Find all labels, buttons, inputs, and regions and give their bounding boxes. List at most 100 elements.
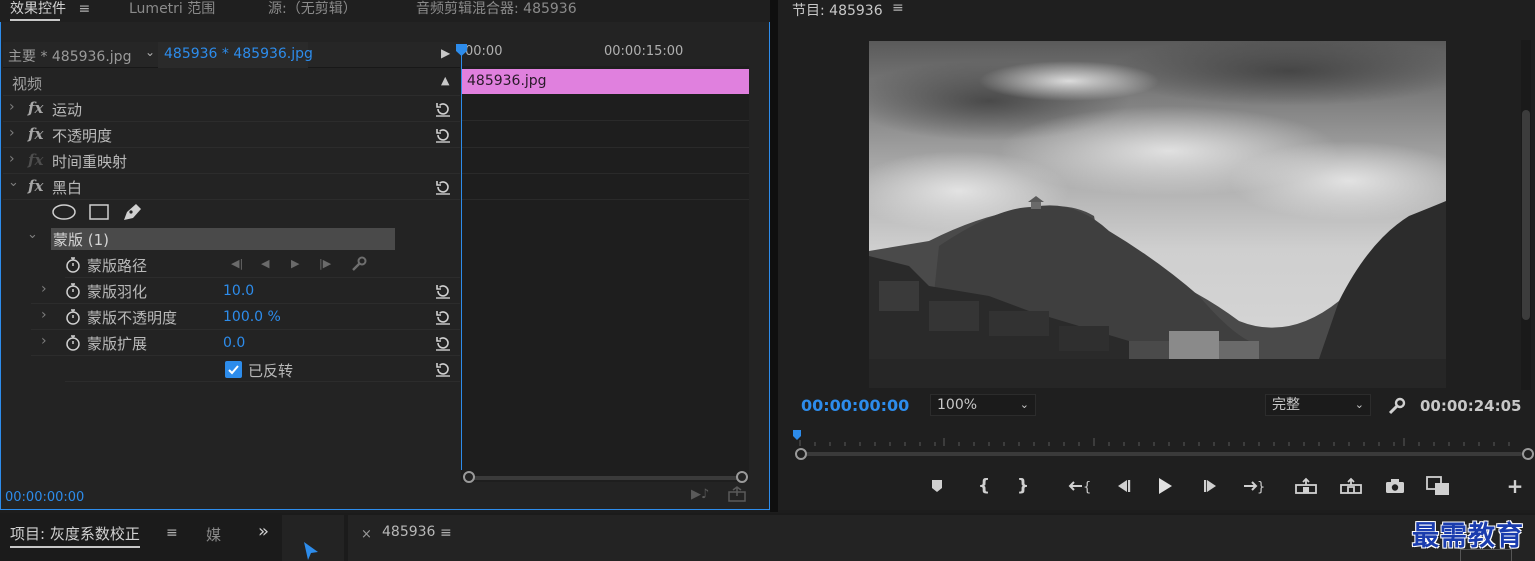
program-current-timecode[interactable]: 00:00:00:00	[801, 396, 909, 415]
step-back-button[interactable]	[1110, 474, 1136, 498]
chevron-right-icon[interactable]: ›	[9, 99, 15, 115]
track-backward-one-icon[interactable]: ◀|	[231, 257, 243, 270]
chevron-down-icon[interactable]: ⌄	[8, 175, 19, 190]
tab-effect-controls[interactable]: 效果控件 ≡	[10, 0, 90, 22]
reset-icon[interactable]	[434, 126, 452, 144]
fx-icon[interactable]: fx	[28, 99, 43, 117]
scrollbar-handle-right[interactable]	[1522, 448, 1534, 460]
tab-audio-clip-mixer[interactable]: 音频剪辑混合器: 485936	[416, 0, 577, 22]
audio-loop-icon[interactable]: ▶♪	[691, 487, 709, 502]
close-tab-icon[interactable]: ×	[361, 527, 372, 542]
playback-resolution-dropdown[interactable]: 完整 ⌄	[1265, 394, 1371, 416]
go-to-in-button[interactable]: {	[1066, 474, 1092, 498]
mask-feather-value[interactable]: 10.0	[223, 283, 254, 299]
tab-source[interactable]: 源:（无剪辑）	[268, 0, 357, 22]
track-forward-icon[interactable]: ▶	[291, 257, 299, 270]
extract-button[interactable]	[1338, 474, 1364, 498]
fx-icon[interactable]: fx	[28, 177, 43, 195]
add-marker-button[interactable]	[924, 474, 950, 498]
export-icon[interactable]	[727, 486, 747, 502]
mask-header-row[interactable]: ⌄ 蒙版 (1)	[3, 226, 460, 252]
comparison-view-button[interactable]	[1425, 474, 1451, 498]
mask-name-highlight[interactable]: 蒙版 (1)	[51, 228, 395, 250]
panel-menu-icon[interactable]: ≡	[78, 1, 90, 17]
step-forward-button[interactable]	[1198, 474, 1224, 498]
chevron-right-icon[interactable]: ›	[41, 307, 47, 323]
scrollbar-handle-right[interactable]	[736, 471, 748, 483]
program-video-frame[interactable]	[869, 41, 1446, 388]
tab-media-browser[interactable]: 媒	[206, 524, 221, 545]
timeline-zoom-scrollbar[interactable]	[468, 476, 743, 480]
effect-row-opacity[interactable]: › fx 不透明度	[3, 122, 460, 148]
viewer-scrollbar[interactable]	[1521, 40, 1531, 390]
master-clip-label[interactable]: 主要 * 485936.jpg	[8, 46, 131, 66]
sequence-menu-icon[interactable]: ≡	[440, 525, 452, 541]
mask-path-label: 蒙版路径	[87, 257, 148, 275]
chevron-right-icon[interactable]: ›	[9, 151, 15, 167]
timeline-clip[interactable]: 485936.jpg	[462, 69, 749, 94]
mask-expansion-value[interactable]: 0.0	[223, 335, 245, 351]
stopwatch-icon[interactable]	[65, 309, 81, 325]
mask-opacity-value[interactable]: 100.0 %	[223, 309, 281, 325]
play-triangle-icon[interactable]: ▶	[441, 46, 450, 60]
reset-icon[interactable]	[434, 360, 452, 378]
track-forward-one-icon[interactable]: |▶	[319, 257, 331, 270]
pen-mask-icon[interactable]	[121, 202, 143, 222]
mark-in-button[interactable]: {	[971, 474, 997, 498]
tab-lumetri-scopes[interactable]: Lumetri 范围	[129, 0, 215, 22]
mark-out-button[interactable]: }	[1010, 474, 1036, 498]
camera-icon[interactable]	[1382, 474, 1408, 498]
wrench-icon[interactable]	[351, 256, 367, 272]
effect-timeline-area[interactable]	[461, 42, 749, 482]
wrench-settings-icon[interactable]	[1387, 396, 1407, 416]
effect-row-black-white[interactable]: ⌄ fx 黑白	[3, 174, 460, 200]
fx-icon[interactable]: fx	[28, 125, 43, 143]
program-menu-icon[interactable]: ≡	[892, 0, 904, 16]
selection-tool-arrow-icon[interactable]	[302, 541, 320, 561]
program-monitor-title[interactable]: 节目: 485936	[792, 0, 883, 20]
chevron-right-icon[interactable]: ›	[9, 125, 15, 141]
stopwatch-icon[interactable]	[65, 335, 81, 351]
timeline-ruler[interactable]: 00:00 00:00:15:00	[461, 42, 751, 66]
scrollbar-handle-left[interactable]	[463, 471, 475, 483]
panel-divider[interactable]	[770, 0, 778, 512]
collapse-up-icon[interactable]: ▲	[441, 74, 449, 87]
more-tabs-button[interactable]: »	[258, 521, 269, 542]
reset-icon[interactable]	[434, 282, 452, 300]
effect-row-time-remap[interactable]: › fx 时间重映射	[3, 148, 460, 174]
playhead-marker-icon[interactable]	[456, 44, 467, 56]
sequence-tab-label[interactable]: 485936	[382, 524, 435, 540]
chevron-right-icon[interactable]: ›	[41, 333, 47, 349]
mask-path-row: 蒙版路径 ◀| ◀ ▶ |▶	[65, 252, 460, 278]
reset-icon[interactable]	[434, 178, 452, 196]
program-zoom-scrollbar[interactable]	[800, 452, 1522, 456]
timeline-panel: × 485936 ≡	[348, 515, 1535, 561]
stopwatch-icon[interactable]	[65, 257, 81, 273]
effect-row-motion[interactable]: › fx 运动	[3, 96, 460, 122]
timeline-playhead-line[interactable]	[461, 52, 462, 470]
lift-button[interactable]	[1293, 474, 1319, 498]
track-backward-icon[interactable]: ◀	[261, 257, 269, 270]
chevron-down-icon[interactable]: ⌄	[27, 227, 38, 242]
reset-icon[interactable]	[434, 308, 452, 326]
play-button[interactable]	[1152, 474, 1178, 498]
tab-project[interactable]: 项目: 灰度系数校正	[10, 523, 140, 549]
go-to-out-button[interactable]: }	[1240, 474, 1266, 498]
effect-controls-timecode[interactable]: 00:00:00:00	[5, 490, 84, 505]
ellipse-mask-icon[interactable]	[52, 204, 76, 220]
chevron-right-icon[interactable]: ›	[41, 281, 47, 297]
reset-icon[interactable]	[434, 334, 452, 352]
ruler-tick-mid: 00:00:15:00	[604, 44, 684, 59]
rectangle-mask-icon[interactable]	[89, 204, 109, 220]
zoom-level-dropdown[interactable]: 100% ⌄	[930, 394, 1036, 416]
project-menu-icon[interactable]: ≡	[166, 525, 178, 541]
program-time-ruler[interactable]	[792, 428, 1524, 450]
reset-icon[interactable]	[434, 100, 452, 118]
chevron-down-icon[interactable]: ⌄	[145, 45, 155, 59]
stopwatch-icon[interactable]	[65, 283, 81, 299]
sequence-clip-tab[interactable]: 485936 * 485936.jpg	[158, 42, 313, 68]
viewer-scrollbar-thumb[interactable]	[1522, 110, 1530, 320]
add-button-plus-icon[interactable]: +	[1502, 474, 1528, 498]
inverted-checkbox[interactable]	[225, 361, 242, 378]
scrollbar-handle-left[interactable]	[795, 448, 807, 460]
